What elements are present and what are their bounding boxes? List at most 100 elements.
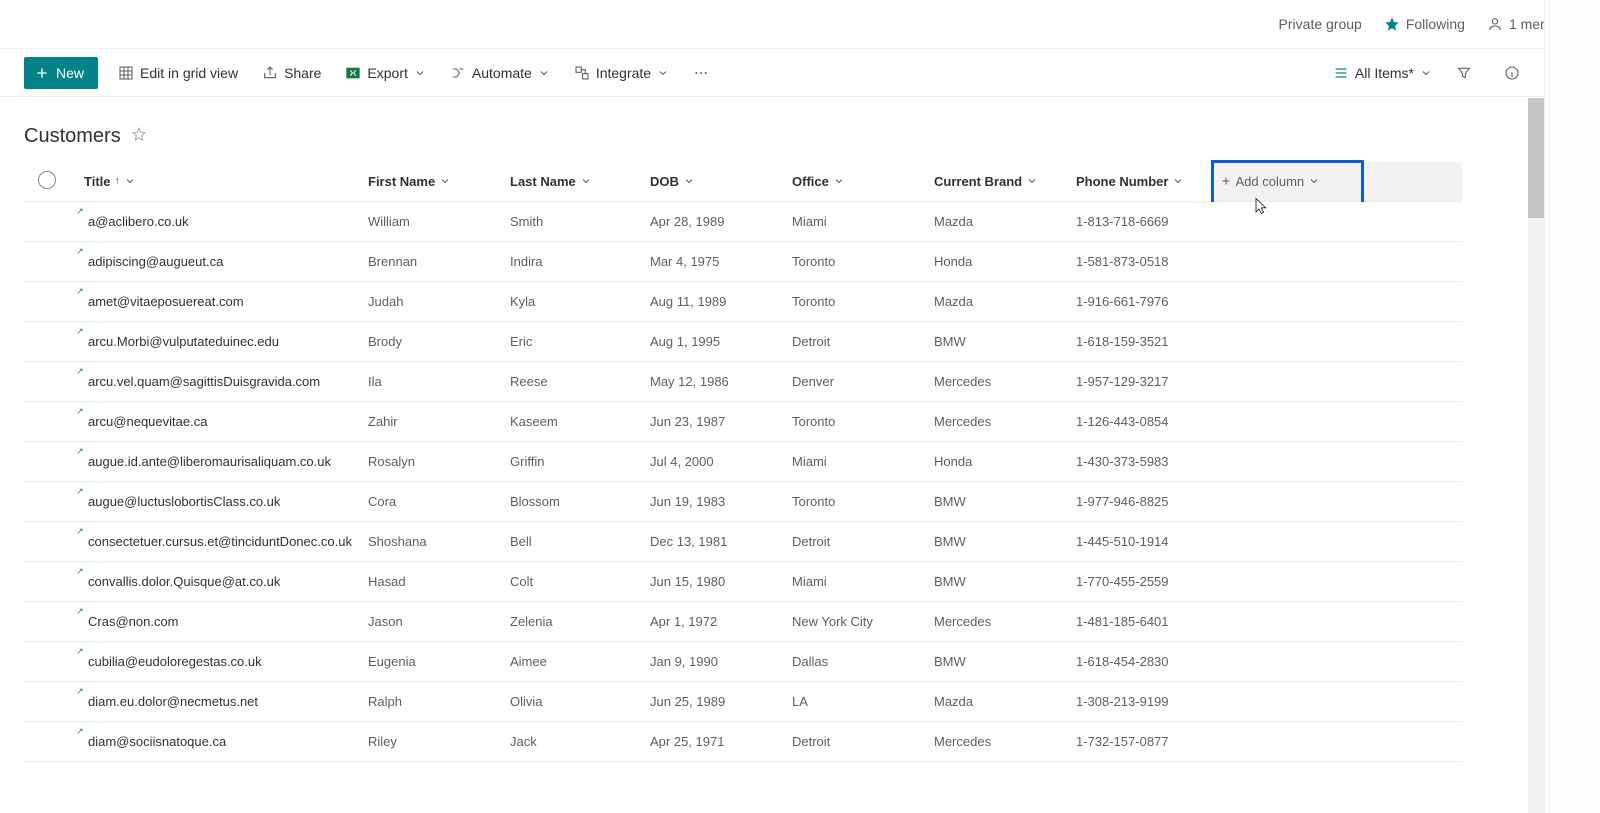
favorite-toggle[interactable]	[131, 126, 147, 147]
table-row[interactable]: ↗augue.id.ante@liberomaurisaliquam.co.uk…	[24, 442, 1462, 482]
add-column-button[interactable]: Add column	[1212, 162, 1362, 202]
col-header-firstname[interactable]: First Name	[362, 162, 504, 202]
edit-grid-button[interactable]: Edit in grid view	[114, 57, 242, 89]
info-button[interactable]	[1496, 57, 1528, 89]
table-row[interactable]: ↗arcu.vel.quam@sagittisDuisgravida.comIl…	[24, 362, 1462, 402]
row-select[interactable]	[24, 402, 78, 442]
table-row[interactable]: ↗Cras@non.comJasonZeleniaApr 1, 1972New …	[24, 602, 1462, 642]
cell-dob: Jun 23, 1987	[644, 402, 786, 442]
header-row: Title ↑ First Name Last Name DOB	[24, 162, 1462, 202]
row-select[interactable]	[24, 242, 78, 282]
cell-title[interactable]: ↗diam@sociisnatoque.ca	[78, 722, 362, 762]
row-select[interactable]	[24, 522, 78, 562]
table-row[interactable]: ↗diam.eu.dolor@necmetus.netRalphOliviaJu…	[24, 682, 1462, 722]
cell-lastname: Reese	[504, 362, 644, 402]
cell-title[interactable]: ↗diam.eu.dolor@necmetus.net	[78, 682, 362, 722]
filter-button[interactable]	[1448, 57, 1480, 89]
table-row[interactable]: ↗arcu.Morbi@vulputateduinec.eduBrodyEric…	[24, 322, 1462, 362]
cell-empty	[1212, 682, 1362, 722]
new-label: New	[56, 65, 84, 81]
col-header-phone[interactable]: Phone Number	[1070, 162, 1212, 202]
cell-lastname: Olivia	[504, 682, 644, 722]
row-select[interactable]	[24, 322, 78, 362]
row-select[interactable]	[24, 562, 78, 602]
row-select[interactable]	[24, 482, 78, 522]
select-all-circle[interactable]	[38, 171, 56, 189]
cell-title[interactable]: ↗arcu.Morbi@vulputateduinec.edu	[78, 322, 362, 362]
cell-office: Toronto	[786, 242, 928, 282]
cell-title[interactable]: ↗cubilia@eudoloregestas.co.uk	[78, 642, 362, 682]
col-header-brand[interactable]: Current Brand	[928, 162, 1070, 202]
table-row[interactable]: ↗arcu@nequevitae.caZahirKaseemJun 23, 19…	[24, 402, 1462, 442]
col-header-lastname[interactable]: Last Name	[504, 162, 644, 202]
view-name: All Items*	[1355, 65, 1414, 81]
new-button[interactable]: New	[24, 57, 98, 89]
cell-phone: 1-732-157-0877	[1070, 722, 1212, 762]
info-icon	[1504, 65, 1520, 81]
table-row[interactable]: ↗augue@luctuslobortisClass.co.ukCoraBlos…	[24, 482, 1462, 522]
more-button[interactable]	[689, 57, 713, 89]
table-row[interactable]: ↗adipiscing@augueut.caBrennanIndiraMar 4…	[24, 242, 1462, 282]
integrate-button[interactable]: Integrate	[570, 57, 673, 89]
automate-button[interactable]: Automate	[446, 57, 554, 89]
more-icon	[693, 65, 709, 81]
cell-phone: 1-581-873-0518	[1070, 242, 1212, 282]
site-info-bar: Private group Following 1 member	[0, 0, 1600, 49]
row-select[interactable]	[24, 442, 78, 482]
table-row[interactable]: ↗consectetuer.cursus.et@tinciduntDonec.c…	[24, 522, 1462, 562]
cell-title[interactable]: ↗amet@vitaeposuereat.com	[78, 282, 362, 322]
cell-empty	[1212, 642, 1362, 682]
col-header-office[interactable]: Office	[786, 162, 928, 202]
chevron-down-icon	[1308, 175, 1320, 187]
star-filled-icon	[1384, 16, 1400, 32]
cell-title[interactable]: ↗a@aclibero.co.uk	[78, 202, 362, 242]
cell-title[interactable]: ↗consectetuer.cursus.et@tinciduntDonec.c…	[78, 522, 362, 562]
table-row[interactable]: ↗convallis.dolor.Quisque@at.co.ukHasadCo…	[24, 562, 1462, 602]
cell-firstname: Judah	[362, 282, 504, 322]
cell-office: Toronto	[786, 482, 928, 522]
cell-pad	[1362, 242, 1462, 282]
header-pad	[1362, 162, 1462, 202]
cell-phone: 1-977-946-8825	[1070, 482, 1212, 522]
table-row[interactable]: ↗amet@vitaeposuereat.comJudahKylaAug 11,…	[24, 282, 1462, 322]
chevron-down-icon	[657, 67, 669, 79]
row-select[interactable]	[24, 602, 78, 642]
cell-firstname: Eugenia	[362, 642, 504, 682]
export-button[interactable]: Export	[341, 57, 429, 89]
star-outline-icon	[131, 126, 147, 142]
cell-pad	[1362, 482, 1462, 522]
group-type: Private group	[1279, 16, 1362, 32]
cell-title[interactable]: ↗arcu@nequevitae.ca	[78, 402, 362, 442]
view-selector[interactable]: All Items*	[1333, 65, 1432, 81]
scrollbar-thumb[interactable]	[1528, 98, 1544, 218]
cell-firstname: Cora	[362, 482, 504, 522]
chevron-down-icon	[683, 175, 695, 187]
cell-title[interactable]: ↗Cras@non.com	[78, 602, 362, 642]
select-all-header[interactable]	[24, 162, 78, 202]
cell-dob: Jul 4, 2000	[644, 442, 786, 482]
row-select[interactable]	[24, 282, 78, 322]
cell-title[interactable]: ↗arcu.vel.quam@sagittisDuisgravida.com	[78, 362, 362, 402]
cell-phone: 1-618-159-3521	[1070, 322, 1212, 362]
cell-phone: 1-308-213-9199	[1070, 682, 1212, 722]
cell-title[interactable]: ↗convallis.dolor.Quisque@at.co.uk	[78, 562, 362, 602]
cell-lastname: Eric	[504, 322, 644, 362]
cell-lastname: Colt	[504, 562, 644, 602]
cell-pad	[1362, 442, 1462, 482]
row-select[interactable]	[24, 202, 78, 242]
cell-title[interactable]: ↗augue@luctuslobortisClass.co.uk	[78, 482, 362, 522]
cell-title[interactable]: ↗augue.id.ante@liberomaurisaliquam.co.uk	[78, 442, 362, 482]
row-select[interactable]	[24, 682, 78, 722]
table-row[interactable]: ↗a@aclibero.co.ukWilliamSmithApr 28, 198…	[24, 202, 1462, 242]
following-toggle[interactable]: Following	[1384, 16, 1465, 32]
cell-phone: 1-430-373-5983	[1070, 442, 1212, 482]
row-select[interactable]	[24, 722, 78, 762]
table-row[interactable]: ↗diam@sociisnatoque.caRileyJackApr 25, 1…	[24, 722, 1462, 762]
row-select[interactable]	[24, 362, 78, 402]
col-header-dob[interactable]: DOB	[644, 162, 786, 202]
col-header-title[interactable]: Title ↑	[78, 162, 362, 202]
share-button[interactable]: Share	[258, 57, 325, 89]
row-select[interactable]	[24, 642, 78, 682]
table-row[interactable]: ↗cubilia@eudoloregestas.co.ukEugeniaAime…	[24, 642, 1462, 682]
cell-title[interactable]: ↗adipiscing@augueut.ca	[78, 242, 362, 282]
